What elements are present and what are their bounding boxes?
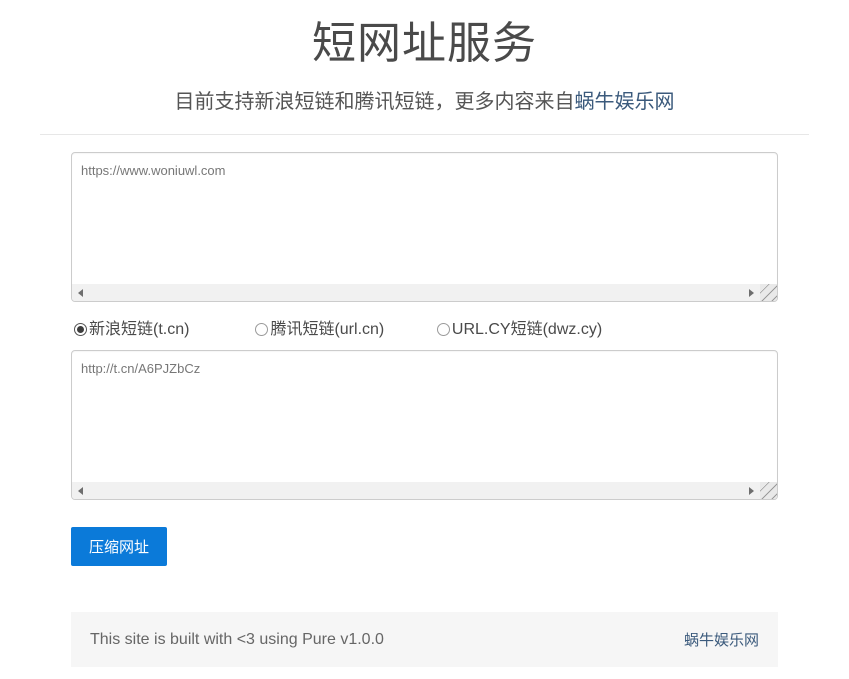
radio-urlcy[interactable]	[437, 323, 450, 336]
header-divider	[40, 134, 809, 135]
radio-group-sina[interactable]: 新浪短链(t.cn)	[74, 315, 251, 339]
scroll-right-icon[interactable]	[743, 284, 760, 301]
page-header: 短网址服务 目前支持新浪短链和腾讯短链，更多内容来自蜗牛娱乐网	[0, 0, 849, 114]
short-url-textarea[interactable]: http://t.cn/A6PJZbCz	[71, 350, 778, 500]
scrollbar-track[interactable]	[89, 482, 743, 499]
subtitle-text: 目前支持新浪短链和腾讯短链，更多内容来自	[175, 91, 575, 113]
radio-sina-label: 新浪短链(t.cn)	[89, 321, 189, 338]
scroll-left-icon[interactable]	[72, 482, 89, 499]
compress-url-button[interactable]: 压缩网址	[71, 527, 167, 566]
radio-tencent-label: 腾讯短链(url.cn)	[270, 321, 384, 338]
scroll-left-icon[interactable]	[72, 284, 89, 301]
page-subtitle: 目前支持新浪短链和腾讯短链，更多内容来自蜗牛娱乐网	[0, 85, 849, 114]
page-title: 短网址服务	[0, 16, 849, 71]
scroll-right-icon[interactable]	[743, 482, 760, 499]
long-url-value[interactable]: https://www.woniuwl.com	[72, 153, 777, 284]
main-content: https://www.woniuwl.com 新浪短链(t.cn) 腾讯短链(…	[71, 152, 778, 667]
long-url-textarea[interactable]: https://www.woniuwl.com	[71, 152, 778, 302]
horizontal-scrollbar[interactable]	[72, 482, 777, 499]
resize-grip-icon[interactable]	[760, 482, 777, 499]
shortener-options: 新浪短链(t.cn) 腾讯短链(url.cn) URL.CY短链(dwz.cy)	[71, 315, 778, 339]
radio-group-urlcy[interactable]: URL.CY短链(dwz.cy)	[437, 315, 602, 339]
footer-site-link[interactable]: 蜗牛娱乐网	[684, 629, 759, 650]
footer-credit-text: This site is built with <3 using Pure v1…	[90, 631, 384, 649]
page-footer: This site is built with <3 using Pure v1…	[71, 612, 778, 667]
horizontal-scrollbar[interactable]	[72, 284, 777, 301]
short-url-value[interactable]: http://t.cn/A6PJZbCz	[72, 351, 777, 482]
radio-sina[interactable]	[74, 323, 87, 336]
radio-tencent[interactable]	[255, 323, 268, 336]
scrollbar-track[interactable]	[89, 284, 743, 301]
radio-urlcy-label: URL.CY短链(dwz.cy)	[452, 321, 602, 338]
subtitle-site-link[interactable]: 蜗牛娱乐网	[575, 91, 675, 113]
radio-group-tencent[interactable]: 腾讯短链(url.cn)	[255, 315, 432, 339]
resize-grip-icon[interactable]	[760, 284, 777, 301]
